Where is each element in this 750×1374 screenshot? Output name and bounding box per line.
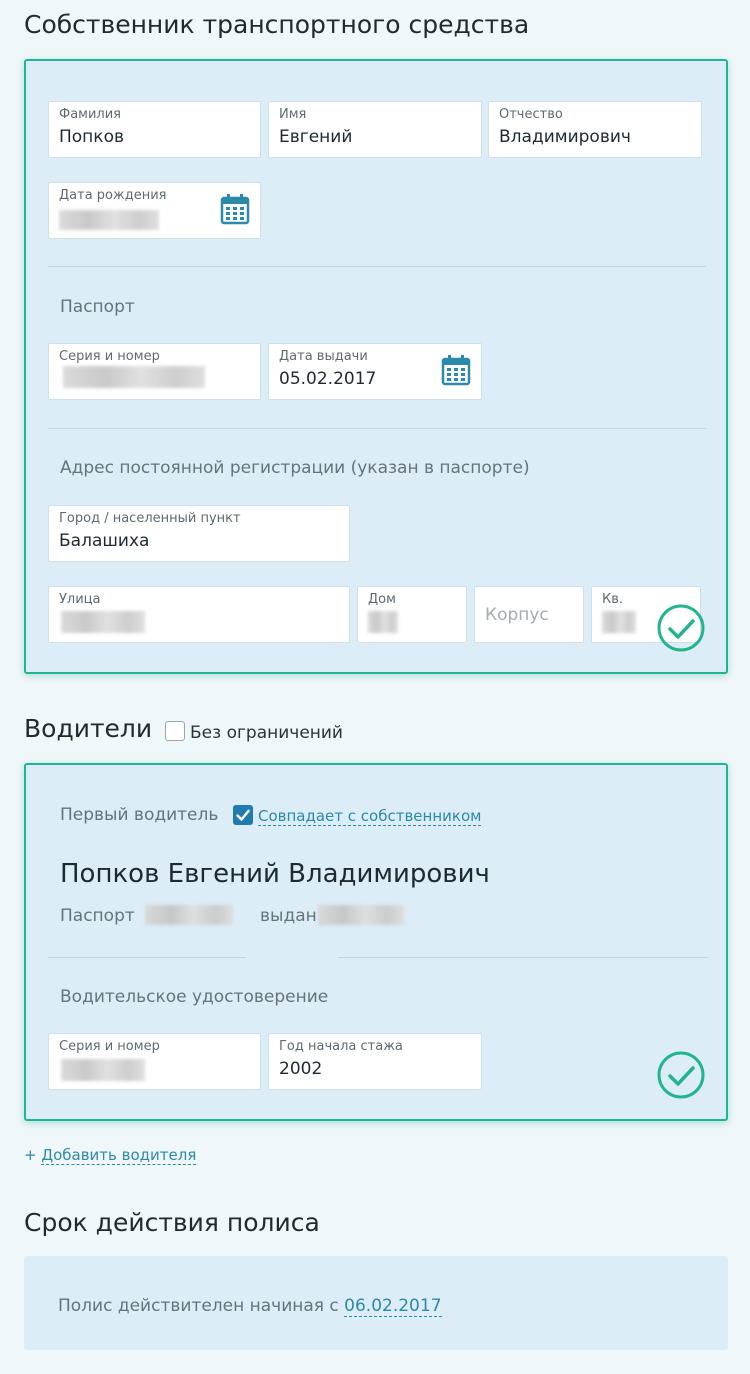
patronymic-value: Владимирович bbox=[499, 127, 631, 147]
policy-section-title: Срок действия полиса bbox=[24, 1208, 320, 1237]
building-placeholder: Корпус bbox=[485, 605, 549, 625]
city-label: Город / населенный пункт bbox=[59, 511, 241, 526]
policy-valid-from-date[interactable]: 06.02.2017 bbox=[344, 1296, 442, 1317]
same-as-owner-link[interactable]: Совпадает с собственником bbox=[258, 807, 482, 826]
passport-issue-date-field[interactable]: Дата выдачи 05.02.2017 bbox=[268, 343, 482, 400]
check-circle-icon bbox=[657, 604, 705, 652]
last-name-field[interactable]: Фамилия Попков bbox=[48, 101, 261, 158]
address-heading: Адрес постоянной регистрации (указан в п… bbox=[60, 458, 530, 478]
driver-issued-label: выдан bbox=[260, 906, 317, 926]
first-name-field[interactable]: Имя Евгений bbox=[268, 101, 482, 158]
license-number-field[interactable]: Серия и номер bbox=[48, 1033, 261, 1090]
passport-issue-date-value: 05.02.2017 bbox=[279, 369, 377, 389]
check-circle-icon bbox=[657, 1051, 705, 1099]
experience-start-field[interactable]: Год начала стажа 2002 bbox=[268, 1033, 482, 1090]
owner-divider-1 bbox=[48, 266, 706, 267]
birth-date-field[interactable]: Дата рождения bbox=[48, 182, 261, 239]
drivers-section-title: Водители bbox=[24, 714, 153, 743]
passport-number-label: Серия и номер bbox=[59, 349, 160, 364]
birth-date-label: Дата рождения bbox=[59, 188, 167, 203]
same-as-owner-checkbox[interactable] bbox=[233, 805, 253, 825]
passport-number-redacted bbox=[63, 366, 205, 388]
owner-panel: Фамилия Попков Имя Евгений Отчество Влад… bbox=[24, 59, 728, 674]
driver-full-name: Попков Евгений Владимирович bbox=[60, 859, 490, 889]
apartment-label: Кв. bbox=[602, 592, 624, 607]
street-field[interactable]: Улица bbox=[48, 586, 350, 643]
apartment-redacted bbox=[602, 611, 636, 633]
experience-start-value: 2002 bbox=[279, 1059, 323, 1079]
same-as-owner-text[interactable]: Совпадает с собственником bbox=[258, 807, 482, 826]
drivers-divider-right bbox=[338, 957, 708, 958]
driver-passport-label: Паспорт bbox=[60, 906, 135, 926]
house-field[interactable]: Дом bbox=[357, 586, 467, 643]
no-limits-label[interactable]: Без ограничений bbox=[190, 723, 343, 743]
no-limits-checkbox[interactable] bbox=[165, 721, 185, 741]
street-label: Улица bbox=[59, 592, 101, 607]
house-redacted bbox=[368, 611, 398, 633]
add-driver-text[interactable]: Добавить водителя bbox=[41, 1146, 197, 1165]
license-number-label: Серия и номер bbox=[59, 1039, 160, 1054]
birth-date-redacted bbox=[59, 210, 159, 230]
experience-start-label: Год начала стажа bbox=[279, 1039, 403, 1054]
license-number-redacted bbox=[61, 1059, 145, 1081]
building-field[interactable]: Корпус bbox=[474, 586, 584, 643]
first-name-label: Имя bbox=[279, 107, 307, 122]
drivers-panel: Первый водитель Совпадает с собственнико… bbox=[24, 763, 728, 1121]
patronymic-label: Отчество bbox=[499, 107, 563, 122]
policy-valid-from-text: Полис действителен начиная с bbox=[58, 1296, 339, 1316]
driver-passport-redacted bbox=[145, 905, 233, 925]
add-driver-plus: + bbox=[24, 1146, 37, 1164]
checkbox-check-icon bbox=[236, 809, 250, 821]
house-label: Дом bbox=[368, 592, 396, 607]
street-redacted bbox=[61, 611, 145, 633]
calendar-icon[interactable] bbox=[441, 354, 471, 386]
first-name-value: Евгений bbox=[279, 127, 353, 147]
passport-issue-date-label: Дата выдачи bbox=[279, 349, 368, 364]
first-driver-label: Первый водитель bbox=[60, 805, 219, 825]
drivers-divider-left bbox=[48, 957, 246, 958]
owner-divider-2 bbox=[48, 428, 706, 429]
policy-valid-from: Полис действителен начиная с 06.02.2017 bbox=[58, 1296, 442, 1317]
driver-issued-redacted bbox=[318, 905, 404, 925]
patronymic-field[interactable]: Отчество Владимирович bbox=[488, 101, 702, 158]
owner-section-title: Собственник транспортного средства bbox=[24, 10, 530, 39]
calendar-icon[interactable] bbox=[220, 193, 250, 225]
passport-heading: Паспорт bbox=[60, 297, 135, 317]
add-driver-link[interactable]: + Добавить водителя bbox=[24, 1146, 197, 1165]
city-value: Балашиха bbox=[59, 531, 150, 551]
last-name-label: Фамилия bbox=[59, 107, 121, 122]
last-name-value: Попков bbox=[59, 127, 124, 147]
passport-number-field[interactable]: Серия и номер bbox=[48, 343, 261, 400]
city-field[interactable]: Город / населенный пункт Балашиха bbox=[48, 505, 350, 562]
license-heading: Водительское удостоверение bbox=[60, 987, 329, 1007]
policy-panel: Полис действителен начиная с 06.02.2017 bbox=[24, 1256, 728, 1350]
